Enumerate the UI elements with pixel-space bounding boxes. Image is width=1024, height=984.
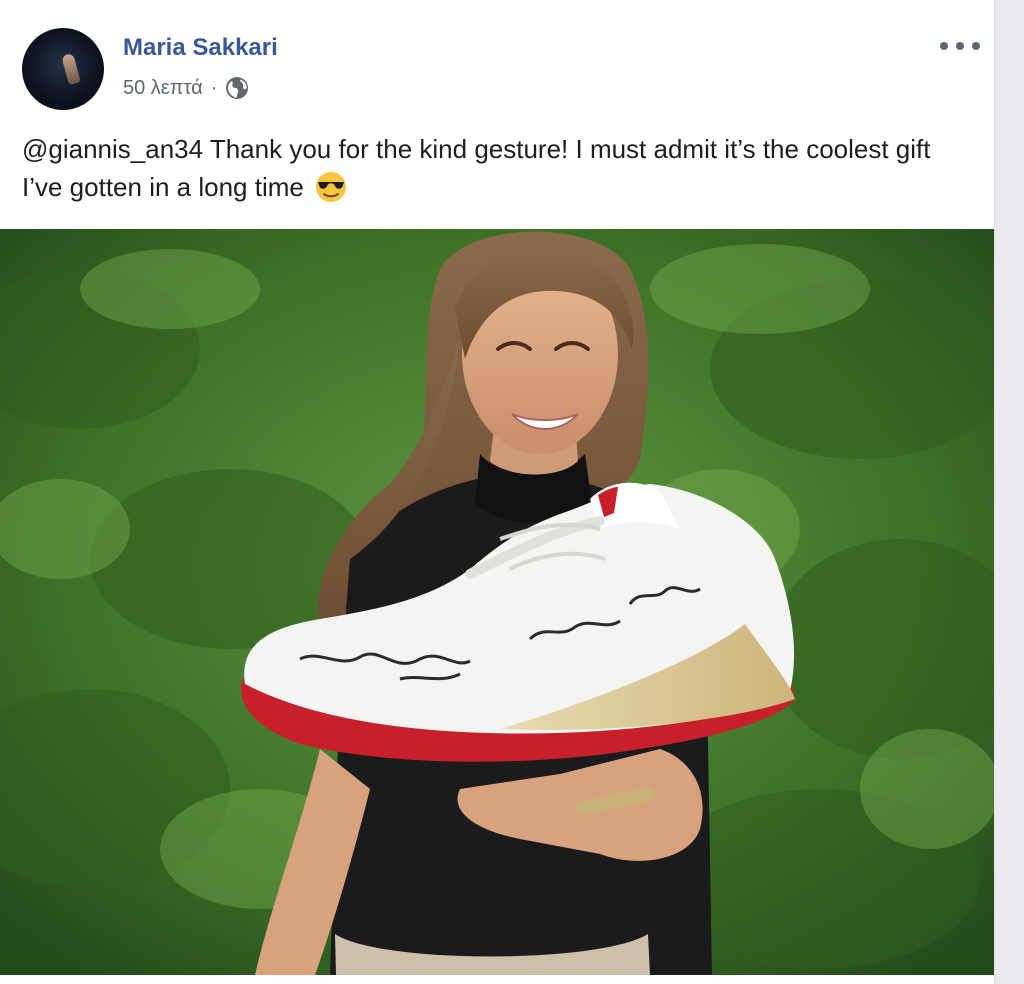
more-dot xyxy=(972,42,980,50)
post-meta: 50 λεπτά · xyxy=(123,76,249,100)
post-message-text: @giannis_an34 Thank you for the kind ges… xyxy=(22,134,931,202)
post-photo[interactable] xyxy=(0,229,994,975)
post-header: Maria Sakkari 50 λεπτά · xyxy=(22,28,982,110)
more-dot xyxy=(956,42,964,50)
globe-icon[interactable] xyxy=(225,76,249,100)
post-message: @giannis_an34 Thank you for the kind ges… xyxy=(22,130,962,206)
facebook-post: Maria Sakkari 50 λεπτά · @giannis_an34 T… xyxy=(0,0,995,984)
photo-illustration xyxy=(0,229,994,975)
more-options-icon[interactable] xyxy=(940,34,980,58)
sunglasses-emoji-icon xyxy=(316,172,347,202)
avatar-figure xyxy=(61,52,81,86)
author-name-link[interactable]: Maria Sakkari xyxy=(123,34,278,62)
meta-separator: · xyxy=(210,76,218,99)
more-dot xyxy=(940,42,948,50)
author-avatar[interactable] xyxy=(22,28,104,110)
post-timestamp[interactable]: 50 λεπτά xyxy=(123,77,203,100)
